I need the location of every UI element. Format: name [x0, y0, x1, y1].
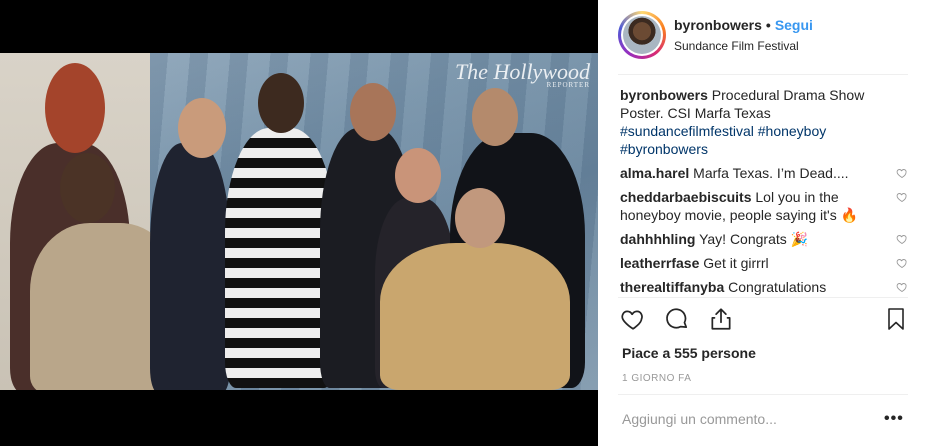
share-icon[interactable] [708, 306, 734, 332]
comment-text: Marfa Texas. I’m Dead.... [693, 165, 849, 181]
heart-icon[interactable] [620, 306, 646, 332]
post-photo[interactable]: The Hollywood REPORTER [0, 53, 598, 390]
comment-like-icon[interactable] [896, 257, 908, 269]
comment-item: leatherrfase Get it girrrl [620, 254, 910, 272]
avatar-image [623, 16, 661, 54]
comment-like-icon[interactable] [896, 281, 908, 293]
comment-text: Yay! Congrats 🎉 [699, 231, 809, 247]
post-caption: byronbowers Procedural Drama Show Poster… [620, 86, 910, 158]
header-username[interactable]: byronbowers [674, 17, 762, 33]
more-options-button[interactable]: ••• [884, 410, 904, 428]
bookmark-icon[interactable] [884, 306, 908, 332]
post-sidebar: byronbowers • Segui Sundance Film Festival… [598, 0, 932, 446]
comment-username[interactable]: leatherrfase [620, 255, 699, 271]
figure-8 [380, 243, 570, 390]
action-bar [620, 306, 916, 334]
comment-username[interactable]: alma.harel [620, 165, 689, 181]
header-divider [618, 74, 908, 75]
comment-username[interactable]: therealtiffanyba [620, 279, 724, 295]
figure-5-head [350, 83, 396, 141]
likes-count[interactable]: Piace a 555 persone [622, 345, 756, 361]
comment-username[interactable]: cheddarbaebiscuits [620, 189, 752, 205]
figure-3-head [178, 98, 226, 158]
comment-text: Congratulations [728, 279, 827, 295]
avatar[interactable] [621, 14, 663, 56]
actions-divider [618, 297, 908, 298]
add-comment-input[interactable]: Aggiungi un commento... [622, 411, 777, 427]
hashtag-link[interactable]: #byronbowers [620, 141, 708, 157]
figure-7-head [472, 88, 518, 146]
comment-text: Get it girrrl [703, 255, 769, 271]
comment-icon[interactable] [664, 306, 690, 332]
comment-item: alma.harel Marfa Texas. I’m Dead.... [620, 164, 910, 182]
comment-item: cheddarbaebiscuits Lol you in the honeyb… [620, 188, 910, 224]
comment-item: dahhhhling Yay! Congrats 🎉 [620, 230, 910, 248]
figure-8-head [455, 188, 505, 248]
magazine-watermark: The Hollywood REPORTER [454, 59, 590, 89]
header-user-line: byronbowers • Segui [674, 17, 813, 33]
figure-3 [150, 143, 230, 390]
comment-like-icon[interactable] [896, 167, 908, 179]
separator-dot: • [765, 17, 771, 33]
comment-like-icon[interactable] [896, 191, 908, 203]
avatar-story-ring[interactable] [618, 11, 666, 59]
comment-box-divider [618, 394, 908, 395]
hashtag-link[interactable]: #honeyboy [758, 123, 827, 139]
follow-button[interactable]: Segui [775, 17, 813, 33]
post-header: byronbowers • Segui Sundance Film Festival [598, 0, 932, 74]
comments-list[interactable]: byronbowers Procedural Drama Show Poster… [620, 86, 910, 296]
location-link[interactable]: Sundance Film Festival [674, 39, 799, 53]
comment-username[interactable]: dahhhhling [620, 231, 695, 247]
hashtag-link[interactable]: #sundancefilmfestival [620, 123, 754, 139]
post-timestamp[interactable]: 1 GIORNO FA [622, 373, 691, 384]
comment-item: therealtiffanyba Congratulations [620, 278, 910, 296]
figure-1-head [45, 63, 105, 153]
caption-username[interactable]: byronbowers [620, 87, 708, 103]
figure-4 [225, 128, 335, 388]
figure-4-head [258, 73, 304, 133]
figure-6-head [395, 148, 441, 203]
figure-2-head [60, 153, 115, 223]
post-media: The Hollywood REPORTER [0, 0, 598, 446]
comment-like-icon[interactable] [896, 233, 908, 245]
